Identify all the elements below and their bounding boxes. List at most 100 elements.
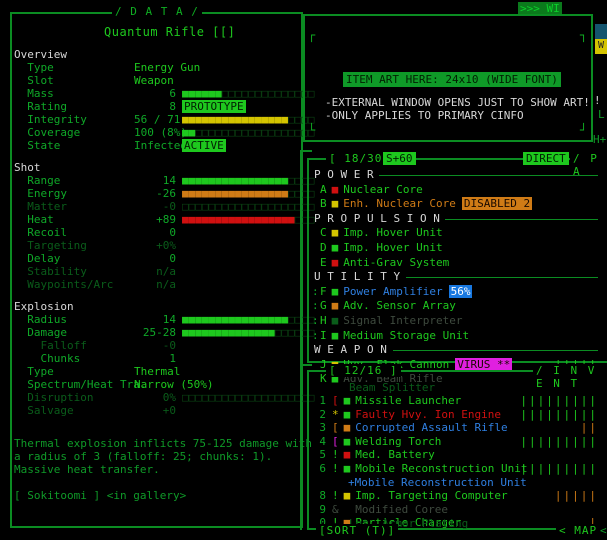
inventory-hotkey[interactable]: 9 bbox=[312, 503, 326, 516]
inventory-row[interactable]: 4 [■ Welding Torch ||||||||| bbox=[312, 435, 604, 448]
part-name[interactable]: Anti-Grav System bbox=[343, 256, 449, 269]
stat-value: n/a bbox=[156, 265, 176, 278]
stat-label: Spectrum/Heat Tra. bbox=[14, 378, 147, 391]
parts-group-heading: W E A P O N bbox=[314, 343, 387, 357]
inventory-row[interactable]: 8! ■ Imp. Targeting Computer ||||| bbox=[312, 489, 604, 502]
part-row[interactable]: :I ■ Medium Storage Unit bbox=[312, 329, 604, 342]
stat-label: Heat bbox=[14, 213, 54, 226]
stat-row: Radius 14 ■■■■■■■■■■■■■■■■□□□□ bbox=[14, 313, 314, 326]
inventory-row[interactable]: 2 * ■ Faulty Hvy. Ion Engine ||||||||| bbox=[312, 408, 604, 421]
parts-mode-tag[interactable]: DIRECT bbox=[523, 152, 569, 165]
inventory-item-name[interactable]: Corrupted Assault Rifle bbox=[355, 421, 507, 434]
stat-row: Type Energy Gun bbox=[14, 61, 200, 74]
stat-value: 0% bbox=[162, 391, 176, 404]
data-panel-title: / D A T A / bbox=[112, 5, 202, 18]
part-name[interactable]: Signal Interpreter bbox=[343, 314, 462, 327]
gallery-footer: [ Sokitoomi ] <in gallery> bbox=[14, 489, 187, 502]
part-hotkey[interactable]: C bbox=[320, 226, 327, 239]
stat-label: Energy bbox=[14, 187, 67, 200]
part-status-dot-icon: ■ bbox=[331, 197, 339, 211]
part-row[interactable]: :F ■ Power Amplifier 56% bbox=[312, 284, 604, 298]
part-hotkey[interactable]: D bbox=[320, 241, 327, 254]
inventory-item-name[interactable]: Welding Torch bbox=[355, 435, 441, 448]
inventory-row[interactable]: 5! ■ Med. Battery bbox=[312, 448, 604, 461]
part-slot-prefix bbox=[312, 183, 320, 196]
inventory-row[interactable]: 1 [■ Missile Launcher ||||||||| bbox=[312, 394, 604, 407]
inventory-hotkey[interactable]: 5 bbox=[312, 448, 326, 461]
part-status-dot-icon: ■ bbox=[331, 241, 339, 254]
inventory-hotkey[interactable]: 8 bbox=[312, 489, 326, 502]
section-heading: Shot bbox=[14, 161, 41, 174]
inventory-item-name[interactable]: Imp. Targeting Computer bbox=[355, 489, 507, 502]
inventory-item-name[interactable]: Missile Launcher bbox=[355, 394, 461, 407]
part-name[interactable]: Nuclear Core bbox=[343, 183, 422, 196]
part-name[interactable]: Power Amplifier bbox=[343, 285, 442, 298]
part-row[interactable]: B ■ Enh. Nuclear Core DISABLED 2 bbox=[312, 197, 604, 211]
inventory-row[interactable]: 6! ■ Mobile Reconstruction Unit ||||||||| bbox=[312, 462, 604, 475]
map-next-chevron-icon[interactable]: < bbox=[600, 524, 607, 537]
stat-value: -0 bbox=[162, 339, 176, 352]
stat-value: +89 bbox=[156, 213, 176, 226]
inventory-subrow: +Mobile Reconstruction Unit bbox=[348, 475, 527, 489]
art-corner-br-icon: ┘ bbox=[580, 123, 588, 137]
inventory-status-dot-icon: ■ bbox=[343, 407, 351, 421]
part-row[interactable]: C ■ Imp. Hover Unit bbox=[312, 226, 604, 239]
stat-label: Integrity bbox=[14, 113, 87, 126]
part-row[interactable]: D ■ Imp. Hover Unit bbox=[312, 241, 604, 254]
stat-row: Recoil 0 bbox=[14, 226, 176, 239]
inventory-sort-button[interactable]: [SORT (T)] bbox=[316, 524, 399, 537]
edge-yellow-block[interactable]: W bbox=[595, 39, 607, 54]
stat-bar: ■■■■■■■■■■■■■■■■□□□□ bbox=[182, 187, 315, 200]
inventory-hotkey[interactable]: 1 bbox=[312, 394, 326, 407]
part-slot-prefix bbox=[312, 358, 320, 371]
inventory-hotkey[interactable]: 3 bbox=[312, 421, 326, 434]
stat-value: 14 bbox=[162, 313, 176, 326]
part-tag: 56% bbox=[448, 284, 473, 298]
stat-bar: ■■■■■■□□□□□□□□□□□□□□ bbox=[182, 87, 315, 100]
part-name[interactable]: Medium Storage Unit bbox=[343, 329, 469, 342]
edge-bang-icon: ! bbox=[594, 94, 601, 107]
inventory-item-name[interactable]: Mobile Reconstruction Unit bbox=[355, 462, 527, 475]
part-hotkey[interactable]: A bbox=[320, 183, 327, 196]
stat-row: Stability n/a bbox=[14, 265, 176, 278]
part-hotkey[interactable]: E bbox=[320, 256, 327, 269]
part-hotkey[interactable]: H bbox=[320, 314, 327, 327]
parts-group-rule bbox=[405, 277, 598, 279]
part-name[interactable]: Imp. Hover Unit bbox=[343, 241, 442, 254]
inventory-mark-icon: & bbox=[332, 502, 339, 516]
stat-value: n/a bbox=[156, 278, 176, 291]
inventory-row[interactable]: 9 & Modified Coree bbox=[312, 503, 604, 516]
inventory-row[interactable]: 3 [■ Corrupted Assault Rifle || bbox=[312, 421, 604, 434]
stat-label: Stability bbox=[14, 265, 87, 278]
inventory-ghost-top: Beam Splitter bbox=[349, 381, 436, 394]
part-slot-prefix bbox=[312, 226, 320, 239]
stat-bar: ■■□□□□□□□□□□□□□□□□□□ bbox=[182, 126, 315, 139]
game-screen: >>> WI / D A T A / Quantum Rifle [[] Ove… bbox=[0, 0, 607, 540]
part-row[interactable]: E ■ Anti-Grav System bbox=[312, 256, 604, 269]
part-hotkey[interactable]: I bbox=[320, 329, 327, 342]
inventory-hotkey[interactable]: 4 bbox=[312, 435, 326, 448]
part-name[interactable]: Enh. Nuclear Core bbox=[343, 197, 456, 210]
inventory-item-name[interactable]: Modified Coree bbox=[355, 503, 448, 516]
inventory-item-name[interactable]: Faulty Hvy. Ion Engine bbox=[355, 408, 501, 421]
inventory-mark-icon: [ bbox=[332, 394, 339, 407]
part-row[interactable]: A ■ Nuclear Core bbox=[312, 183, 604, 196]
parts-group-rule bbox=[379, 175, 598, 176]
part-hotkey[interactable]: B bbox=[320, 197, 327, 210]
stat-value: 6 bbox=[169, 87, 176, 100]
stat-row: Waypoints/Arc n/a bbox=[14, 278, 176, 291]
part-hotkey[interactable]: F bbox=[320, 285, 327, 298]
inventory-hotkey[interactable]: 6 bbox=[312, 462, 326, 475]
edge-teal-block[interactable] bbox=[595, 24, 607, 39]
inventory-hotkey[interactable]: 2 bbox=[312, 408, 326, 421]
stat-value: -26 bbox=[156, 187, 176, 200]
part-row[interactable]: :H ■ Signal Interpreter bbox=[312, 314, 604, 327]
stat-row: Integrity 56 / 71 ■■■■■■■■■■■■■■■■□□□□ bbox=[14, 113, 314, 126]
part-row[interactable]: :G ■ Adv. Sensor Array bbox=[312, 299, 604, 312]
part-hotkey[interactable]: G bbox=[320, 299, 327, 312]
part-name[interactable]: Adv. Sensor Array bbox=[343, 299, 456, 312]
part-name[interactable]: Imp. Hover Unit bbox=[343, 226, 442, 239]
stat-row: Targeting +0% bbox=[14, 239, 176, 252]
inventory-status-dot-icon: ■ bbox=[343, 434, 351, 448]
inventory-item-name[interactable]: Med. Battery bbox=[355, 448, 434, 461]
